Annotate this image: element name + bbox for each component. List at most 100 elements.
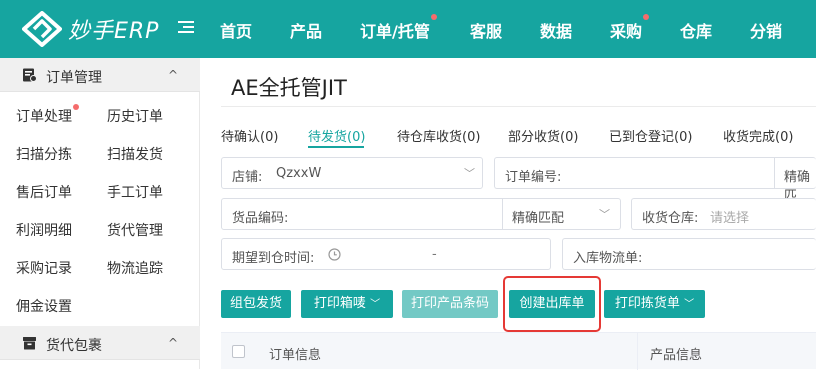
goods-code-label: 货品编码: [232, 211, 289, 226]
inbound-tracking-field[interactable]: 入库物流单: [562, 238, 816, 270]
expected-arrival-time-range[interactable]: 期望到仓时间: - [221, 238, 551, 270]
tab-to-ship[interactable]: 待发货(0) [308, 126, 365, 145]
goods-code-field[interactable]: 货品编码: 精确匹配 ﹀ [221, 198, 621, 230]
main-content: AE全托管JIT 待确认(0) 待发货(0) 待仓库收货(0) 部分收货(0) … [201, 58, 816, 370]
order-number-label: 订单编号: [505, 170, 562, 185]
nav-item-home[interactable]: 首页 [220, 18, 252, 42]
chevron-up-icon: ^ [168, 68, 179, 82]
logo[interactable]: 妙手ERP [22, 10, 159, 48]
nav-label: 仓库 [680, 22, 713, 41]
sidebar-item-label: 手工订单 [107, 185, 163, 201]
inbound-tracking-label: 入库物流单: [573, 251, 643, 266]
select-all-checkbox[interactable] [232, 345, 245, 358]
logo-mark-icon [22, 11, 62, 47]
nav-label: 分销 [750, 22, 783, 41]
pack-and-ship-button[interactable]: 组包发货 [221, 290, 291, 318]
page-title: AE全托管JIT [231, 76, 347, 100]
nav-label: 首页 [220, 22, 253, 41]
store-label: 店铺: [232, 170, 263, 185]
tab-partial-receipt[interactable]: 部分收货(0) [508, 126, 578, 145]
column-header-order-info: 订单信息 [269, 348, 322, 363]
sidebar-item-history-orders[interactable]: 历史订单 [107, 106, 163, 126]
notification-dot [643, 14, 650, 20]
sidebar-item-commission-settings[interactable]: 佣金设置 [16, 296, 72, 316]
parcel-box-icon [23, 337, 36, 350]
sidebar-item-label: 货代管理 [107, 223, 163, 239]
nav-item-orders[interactable]: 订单/托管 [360, 14, 437, 42]
sidebar-item-purchase-records[interactable]: 采购记录 [16, 258, 72, 278]
sidebar-item-manual-orders[interactable]: 手工订单 [107, 182, 163, 202]
tab-to-confirm[interactable]: 待确认(0) [221, 126, 278, 145]
menu-toggle-icon[interactable] [178, 21, 194, 35]
divider [637, 333, 638, 370]
divider [502, 199, 503, 229]
top-nav-bar: 妙手ERP 首页 产品 订单/托管 客服 数据 采购 仓库 分销 [0, 0, 816, 58]
sidebar-item-label: 佣金设置 [16, 299, 72, 315]
print-product-barcode-button[interactable]: 打印产品条码 [402, 290, 498, 318]
tab-receipt-complete[interactable]: 收货完成(0) [723, 126, 793, 145]
nav-label: 客服 [470, 22, 503, 41]
chevron-down-icon: ﹀ [370, 299, 381, 310]
nav-label: 订单/托管 [360, 22, 430, 41]
sidebar-item-label: 扫描发货 [107, 147, 163, 163]
divider [221, 106, 816, 107]
sidebar-group-parcels[interactable]: 货代包裹 ^ [0, 326, 200, 360]
button-label: 组包发货 [229, 296, 282, 311]
sidebar-item-label: 扫描分拣 [16, 147, 72, 163]
store-value: QzxxW [276, 166, 322, 181]
button-label: 打印箱唛 [313, 296, 366, 311]
nav-item-products[interactable]: 产品 [290, 18, 322, 42]
button-label: 打印拣货单 [614, 296, 680, 311]
sidebar-item-label: 采购记录 [16, 261, 72, 277]
table-header: 订单信息 产品信息 [221, 332, 816, 370]
sidebar-item-order-processing[interactable]: 订单处理 [16, 104, 79, 126]
chevron-down-icon: ﹀ [599, 208, 610, 221]
chevron-up-icon: ^ [168, 336, 179, 350]
sidebar-item-profit-detail[interactable]: 利润明细 [16, 220, 72, 240]
notification-dot [430, 14, 437, 20]
order-doc-icon [23, 68, 37, 82]
nav-label: 采购 [610, 22, 643, 41]
order-number-field[interactable]: 订单编号: 精确匹 [494, 157, 816, 204]
nav-item-purchase[interactable]: 采购 [610, 14, 650, 42]
button-label: 打印产品条码 [410, 296, 489, 311]
sidebar-item-scan-sort[interactable]: 扫描分拣 [16, 144, 72, 164]
sidebar-item-label: 利润明细 [16, 223, 72, 239]
clock-icon [328, 248, 341, 261]
sidebar-item-logistics-tracking[interactable]: 物流追踪 [107, 258, 163, 278]
sidebar-group-orders[interactable]: 订单管理 ^ [0, 58, 200, 92]
column-header-product-info: 产品信息 [650, 348, 703, 363]
nav-label: 数据 [540, 22, 573, 41]
tab-awaiting-warehouse-receipt[interactable]: 待仓库收货(0) [397, 126, 480, 145]
store-select[interactable]: 店铺: QzxxW ﹀ [221, 157, 483, 189]
sidebar-group-label: 货代包裹 [46, 338, 102, 354]
nav-label: 产品 [290, 22, 323, 41]
sidebar-item-forwarder-mgmt[interactable]: 货代管理 [107, 220, 163, 240]
sidebar: 订单管理 ^ 订单处理 历史订单 扫描分拣 扫描发货 售后订单 手工订单 利润明… [0, 58, 200, 369]
nav-item-service[interactable]: 客服 [470, 18, 502, 42]
print-box-label-button[interactable]: 打印箱唛 ﹀ [301, 290, 393, 318]
warehouse-select[interactable]: 收货仓库: 请选择 [631, 198, 816, 230]
chevron-down-icon: ﹀ [684, 299, 695, 310]
print-picking-list-button[interactable]: 打印拣货单 ﹀ [604, 290, 705, 318]
nav-item-warehouse[interactable]: 仓库 [680, 18, 712, 42]
sidebar-group-label: 订单管理 [46, 70, 102, 86]
expected-arrival-label: 期望到仓时间: [232, 251, 315, 266]
goods-code-match-select[interactable]: 精确匹配 [512, 207, 564, 226]
nav-item-distribution[interactable]: 分销 [750, 18, 782, 42]
sidebar-item-scan-ship[interactable]: 扫描发货 [107, 144, 163, 164]
warehouse-placeholder: 请选择 [710, 211, 750, 226]
sidebar-item-label: 订单处理 [16, 109, 72, 125]
chevron-down-icon: ﹀ [464, 167, 475, 180]
tab-arrival-registered[interactable]: 已到仓登记(0) [609, 126, 692, 145]
divider [774, 158, 775, 188]
logo-text: 妙手ERP [68, 19, 160, 44]
sidebar-item-label: 售后订单 [16, 185, 72, 201]
warehouse-label: 收货仓库: [642, 211, 699, 226]
date-range-separator: - [432, 247, 437, 262]
active-tab-indicator [308, 146, 364, 148]
nav-item-data[interactable]: 数据 [540, 18, 572, 42]
sidebar-item-label: 历史订单 [107, 109, 163, 125]
highlight-annotation [503, 276, 601, 332]
sidebar-item-after-sales[interactable]: 售后订单 [16, 182, 72, 202]
